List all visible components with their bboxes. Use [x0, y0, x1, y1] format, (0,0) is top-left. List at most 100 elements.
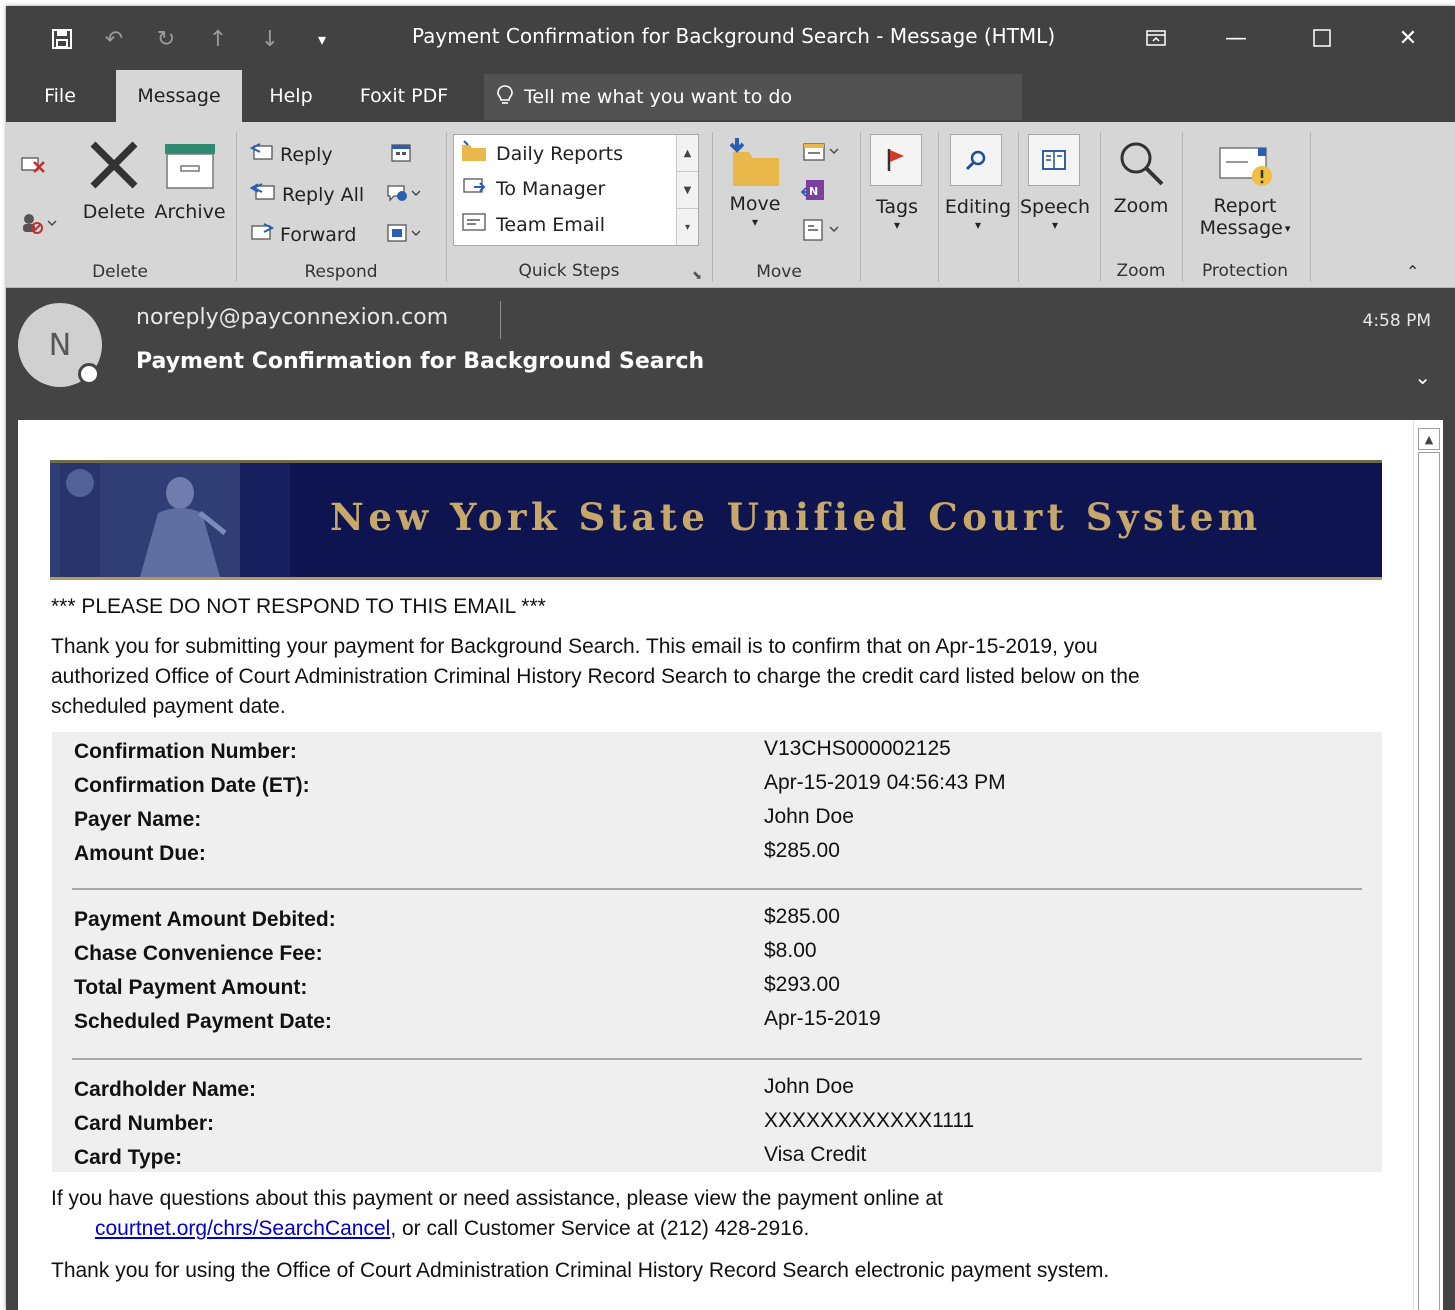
body-scrollbar[interactable]: ▲: [1413, 420, 1443, 1310]
archive-label: Archive: [154, 201, 226, 223]
row-label: Amount Due:: [74, 842, 206, 865]
customize-toolbar-icon[interactable]: ▾: [296, 24, 348, 54]
quick-step-label: Team Email: [496, 213, 605, 236]
report-dropdown-icon: ▾: [1284, 221, 1291, 235]
scroll-down-icon[interactable]: ▼: [677, 172, 698, 209]
lightbulb-icon: [496, 84, 514, 111]
tab-message[interactable]: Message: [116, 70, 242, 122]
tab-help[interactable]: Help: [256, 70, 326, 122]
meeting-reply-icon[interactable]: [390, 142, 412, 168]
group-divider: [712, 132, 713, 282]
quick-step-label: Daily Reports: [496, 142, 623, 165]
tags-dropdown-icon: ▾: [893, 218, 901, 232]
row-value: XXXXXXXXXXXX1111: [764, 1109, 975, 1132]
message-header: N noreply@payconnexion.com Payment Confi…: [6, 289, 1455, 406]
scroll-up-arrow-icon[interactable]: ▲: [1418, 428, 1440, 450]
row-label: Cardholder Name:: [74, 1078, 257, 1101]
tab-file[interactable]: File: [26, 70, 94, 122]
forward-icon: [250, 222, 275, 247]
row-value: $285.00: [764, 905, 840, 928]
intro-line: Thank you for submitting your payment fo…: [51, 635, 1098, 658]
speech-label: Speech: [1020, 196, 1090, 218]
reply-icon: [249, 142, 274, 167]
report-message-icon: [1218, 144, 1272, 195]
onenote-icon[interactable]: N: [800, 178, 826, 208]
redo-icon[interactable]: ↻: [140, 24, 192, 54]
row-value: V13CHS000002125: [764, 737, 951, 760]
minimize-icon[interactable]: —: [1206, 20, 1266, 56]
tell-me-search[interactable]: Tell me what you want to do: [484, 74, 1022, 120]
outlook-message-window: ↶ ↻ ↑ ↓ ▾ Payment Confirmation for Backg…: [6, 6, 1455, 1310]
next-item-icon[interactable]: ↓: [244, 24, 296, 54]
previous-item-icon[interactable]: ↑: [192, 24, 244, 54]
table-row: Scheduled Payment Date: Apr-15-2019: [52, 1007, 1382, 1044]
report-message-button[interactable]: Report Message ▾: [1188, 144, 1302, 239]
reply-all-label: Reply All: [282, 183, 365, 206]
tab-foxit-pdf[interactable]: Foxit PDF: [344, 70, 464, 122]
move-dropdown-icon: ▾: [751, 215, 759, 229]
editing-button[interactable]: Editing ▾: [940, 196, 1016, 232]
quick-step-team-email[interactable]: Team Email: [460, 211, 605, 238]
ribbon-tabs: File Message Help Foxit PDF Tell me what…: [6, 70, 1455, 122]
speech-read-aloud-icon[interactable]: [1028, 134, 1080, 186]
row-value: John Doe: [764, 805, 854, 828]
delete-button[interactable]: Delete: [78, 140, 150, 223]
actions-icon[interactable]: [800, 218, 840, 246]
archive-button[interactable]: Archive: [152, 142, 228, 223]
reply-button[interactable]: Reply: [249, 142, 333, 167]
dialog-launcher-icon[interactable]: ⬊: [692, 268, 702, 282]
table-row: Confirmation Date (ET): Apr-15-2019 04:56…: [52, 771, 1382, 808]
row-value: $8.00: [764, 939, 817, 962]
quick-access-toolbar: ↶ ↻ ↑ ↓ ▾: [36, 24, 348, 54]
delete-group-label: Delete: [92, 262, 148, 282]
speech-dropdown-icon: ▾: [1051, 218, 1059, 232]
im-reply-icon[interactable]: [386, 182, 422, 208]
forward-button[interactable]: Forward: [250, 222, 356, 247]
tags-flag-icon[interactable]: [870, 134, 922, 186]
editing-search-icon[interactable]: [950, 134, 1002, 186]
row-value: $293.00: [764, 973, 840, 996]
junk-icon[interactable]: [20, 212, 58, 238]
quick-step-to-manager[interactable]: To Manager: [460, 175, 605, 202]
reply-all-button[interactable]: Reply All: [249, 182, 365, 207]
group-divider: [446, 132, 447, 282]
tags-button[interactable]: Tags ▾: [868, 196, 926, 232]
quick-steps-scroller[interactable]: ▲ ▼ ▾: [676, 135, 698, 245]
search-cancel-link[interactable]: courtnet.org/chrs/SearchCancel: [95, 1217, 390, 1240]
delete-x-icon: [87, 140, 141, 195]
ignore-icon[interactable]: [20, 152, 46, 178]
scroll-up-icon[interactable]: ▲: [677, 135, 698, 172]
table-row: Amount Due: $285.00: [52, 839, 1382, 876]
questions-line: If you have questions about this payment…: [51, 1187, 943, 1210]
move-button[interactable]: Move ▾: [720, 136, 790, 229]
quick-step-daily-reports[interactable]: Daily Reports: [460, 139, 623, 168]
collapse-ribbon-icon[interactable]: ⌃: [1406, 262, 1419, 281]
team-email-icon: [460, 211, 488, 238]
rules-icon[interactable]: [800, 140, 840, 168]
speech-button[interactable]: Speech ▾: [1018, 196, 1092, 232]
group-divider: [1182, 132, 1183, 282]
quick-step-label: To Manager: [496, 177, 606, 200]
questions-paragraph: If you have questions about this payment…: [51, 1184, 943, 1244]
scroll-thumb[interactable]: [1418, 452, 1440, 1310]
undo-icon[interactable]: ↶: [88, 24, 140, 54]
presence-status-icon: [78, 363, 100, 385]
row-value: Apr-15-2019 04:56:43 PM: [764, 771, 1006, 794]
row-label: Confirmation Number:: [74, 740, 297, 763]
delete-group: Delete Archive Delete: [6, 122, 234, 288]
gallery-more-icon[interactable]: ▾: [677, 209, 698, 246]
quick-steps-gallery[interactable]: Daily Reports To Manager Team Email ▲ ▼ …: [453, 134, 699, 246]
move-group-label: Move: [756, 262, 802, 282]
row-label: Confirmation Date (ET):: [74, 774, 310, 797]
report-label-line1: Report: [1213, 195, 1277, 217]
more-respond-icon[interactable]: [386, 222, 422, 248]
sender-address[interactable]: noreply@payconnexion.com: [136, 305, 448, 330]
expand-header-chevron-icon[interactable]: ⌄: [1414, 365, 1431, 389]
title-bar: ↶ ↻ ↑ ↓ ▾ Payment Confirmation for Backg…: [6, 6, 1455, 70]
zoom-button[interactable]: Zoom: [1106, 138, 1176, 217]
maximize-icon[interactable]: [1292, 20, 1352, 56]
editing-dropdown-icon: ▾: [974, 218, 982, 232]
ribbon-display-options-icon[interactable]: [1126, 20, 1186, 56]
close-icon[interactable]: ✕: [1378, 20, 1438, 56]
save-icon[interactable]: [36, 24, 88, 54]
